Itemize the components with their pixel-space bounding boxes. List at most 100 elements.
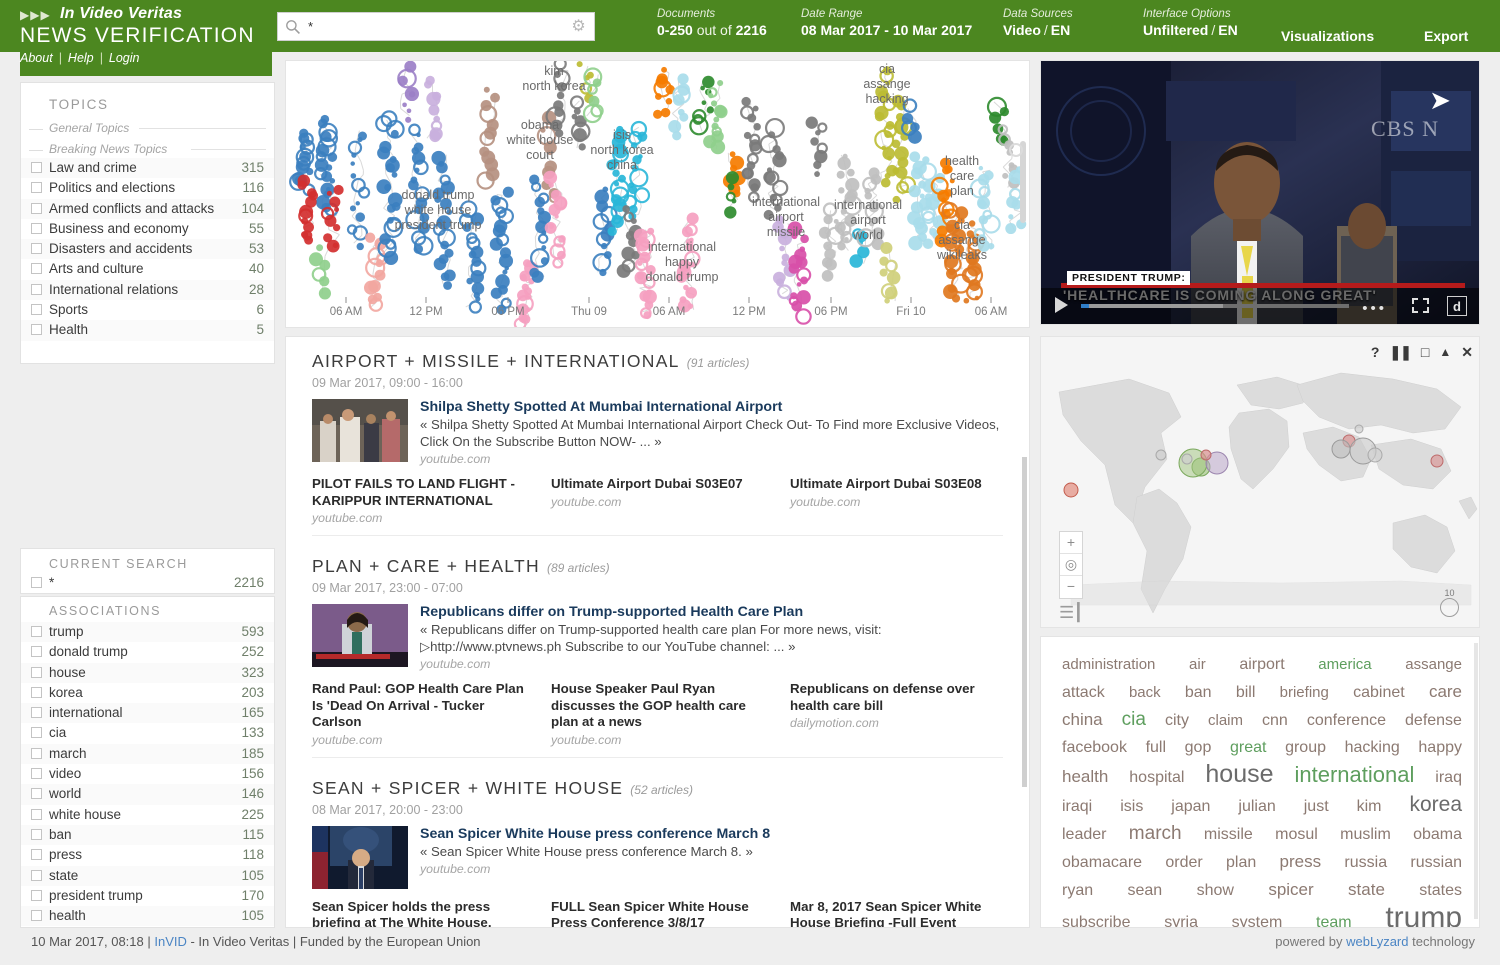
lead-article-title[interactable]: Shilpa Shetty Spotted At Mumbai Internat…	[420, 399, 1003, 416]
cloud-tag[interactable]: health	[1062, 763, 1108, 790]
topic-item[interactable]: Sports6	[21, 300, 274, 320]
cloud-tag[interactable]: cnn	[1262, 707, 1288, 734]
association-item[interactable]: house323	[21, 663, 274, 683]
share-icon[interactable]: ➤	[1423, 87, 1457, 113]
association-item[interactable]: press118	[21, 845, 274, 865]
cloud-tag[interactable]: show	[1197, 877, 1234, 904]
story-headline[interactable]: AIRPORT + MISSILE + INTERNATIONAL	[312, 351, 680, 371]
zoom-in-button[interactable]: +	[1060, 532, 1082, 554]
cloud-scrollbar[interactable]	[1474, 643, 1478, 919]
article-thumbnail[interactable]	[312, 604, 408, 667]
lead-article-title[interactable]: Sean Spicer White House press conference…	[420, 826, 770, 843]
zoom-out-button[interactable]: −	[1060, 576, 1082, 598]
map-toolbar[interactable]: ? ❚❚ □ ▲ ✕	[1371, 342, 1473, 362]
association-item[interactable]: ban115	[21, 825, 274, 845]
fullscreen-icon[interactable]	[1412, 298, 1429, 313]
option-lang[interactable]: EN	[1218, 22, 1237, 38]
checkbox-icon[interactable]	[31, 263, 42, 274]
cloud-tag[interactable]: happy	[1418, 734, 1462, 761]
cloud-tag[interactable]: america	[1318, 651, 1371, 678]
cloud-tag[interactable]: group	[1285, 734, 1326, 761]
interface-options-meta[interactable]: Interface Options Unfiltered/EN	[1143, 8, 1238, 38]
cloud-tag[interactable]: china	[1062, 706, 1103, 733]
cloud-tag[interactable]: sean	[1128, 877, 1163, 904]
topic-item[interactable]: Armed conflicts and attacks104	[21, 199, 274, 219]
related-article-title[interactable]: Ultimate Airport Dubai S03E07	[551, 476, 776, 493]
cloud-tag[interactable]: attack	[1062, 679, 1105, 706]
cloud-tag[interactable]: korea	[1409, 791, 1462, 818]
cloud-tag[interactable]: russia	[1344, 849, 1387, 876]
visualizations-button[interactable]: Visualizations	[1281, 28, 1374, 44]
checkbox-icon[interactable]	[31, 667, 42, 678]
topic-item[interactable]: Health5	[21, 320, 274, 340]
checkbox-icon[interactable]	[31, 910, 42, 921]
topic-item[interactable]: Disasters and accidents53	[21, 239, 274, 259]
cloud-tag[interactable]: ryan	[1062, 877, 1093, 904]
dailymotion-logo-icon[interactable]: d	[1447, 296, 1467, 316]
association-item[interactable]: world146	[21, 784, 274, 804]
close-icon[interactable]: ✕	[1461, 345, 1473, 359]
checkbox-icon[interactable]	[31, 243, 42, 254]
pause-icon[interactable]: ❚❚	[1389, 345, 1410, 359]
cloud-tag[interactable]: states	[1419, 877, 1462, 904]
cloud-tag[interactable]: defense	[1405, 707, 1462, 734]
checkbox-icon[interactable]	[31, 788, 42, 799]
checkbox-icon[interactable]	[31, 626, 42, 637]
cloud-tag[interactable]: japan	[1171, 793, 1210, 820]
checkbox-icon[interactable]	[31, 748, 42, 759]
cloud-tag[interactable]: claim	[1208, 707, 1243, 734]
checkbox-icon[interactable]	[31, 687, 42, 698]
checkbox-icon[interactable]	[31, 577, 42, 588]
checkbox-icon[interactable]	[31, 284, 42, 295]
association-item[interactable]: state105	[21, 866, 274, 886]
association-item[interactable]: trump593	[21, 622, 274, 642]
story-headline[interactable]: PLAN + CARE + HEALTH	[312, 556, 540, 576]
related-article-title[interactable]: Sean Spicer holds the press briefing at …	[312, 899, 537, 929]
cloud-tag[interactable]: team	[1316, 909, 1352, 928]
cloud-tag[interactable]: administration	[1062, 651, 1155, 678]
cloud-tag[interactable]: trump	[1385, 904, 1462, 928]
cloud-tag[interactable]: syria	[1164, 909, 1198, 928]
interface-options-value[interactable]: Unfiltered/EN	[1143, 22, 1238, 38]
data-source-lang[interactable]: EN	[1051, 22, 1070, 38]
help-icon[interactable]: ?	[1371, 345, 1380, 359]
checkbox-icon[interactable]	[31, 849, 42, 860]
cloud-tag[interactable]: assange	[1405, 651, 1462, 678]
topic-item[interactable]: Arts and culture40	[21, 259, 274, 279]
temporal-cluster-chart[interactable]: 06 AM12 PM06 PMThu 0906 AM12 PM06 PMFri …	[285, 60, 1030, 328]
weblyzard-link[interactable]: webLyzard	[1346, 934, 1408, 949]
search-input[interactable]	[306, 13, 564, 40]
more-options-icon[interactable]: •••	[1362, 300, 1387, 317]
cloud-tag[interactable]: order	[1165, 849, 1202, 876]
map-zoom-controls[interactable]: + ◎ −	[1059, 531, 1083, 599]
cloud-tag[interactable]: march	[1129, 820, 1182, 847]
login-link[interactable]: Login	[109, 51, 140, 65]
cloud-tag[interactable]: plan	[1226, 849, 1256, 876]
cloud-tag[interactable]: facebook	[1062, 734, 1127, 761]
video-progress-track[interactable]	[1081, 304, 1349, 308]
cloud-tag[interactable]: just	[1304, 793, 1329, 820]
data-sources-meta[interactable]: Data Sources Video/EN	[1003, 8, 1073, 38]
cloud-tag[interactable]: bill	[1236, 679, 1256, 706]
cloud-tag[interactable]: care	[1429, 678, 1462, 705]
checkbox-icon[interactable]	[31, 870, 42, 881]
association-item[interactable]: donald trump252	[21, 642, 274, 662]
play-icon[interactable]	[1055, 297, 1068, 313]
cloud-tag[interactable]: hospital	[1129, 764, 1184, 791]
chevron-up-icon[interactable]: ▲	[1439, 345, 1451, 359]
association-item[interactable]: korea203	[21, 683, 274, 703]
date-range-value[interactable]: 08 Mar 2017 - 10 Mar 2017	[801, 22, 972, 38]
invid-link[interactable]: InVID	[154, 934, 187, 949]
association-item[interactable]: international165	[21, 703, 274, 723]
related-article-title[interactable]: FULL Sean Spicer White House Press Confe…	[551, 899, 776, 929]
cloud-tag[interactable]: system	[1232, 909, 1283, 928]
checkbox-icon[interactable]	[31, 768, 42, 779]
checkbox-icon[interactable]	[31, 324, 42, 335]
checkbox-icon[interactable]	[31, 809, 42, 820]
map-settings-sliders-icon[interactable]: ☰┃	[1059, 603, 1082, 623]
cloud-tag[interactable]: hacking	[1345, 734, 1400, 761]
data-source-video[interactable]: Video	[1003, 22, 1041, 38]
search-bar[interactable]: ⚙	[277, 12, 595, 41]
checkbox-icon[interactable]	[31, 829, 42, 840]
cloud-tag[interactable]: airport	[1239, 651, 1284, 678]
